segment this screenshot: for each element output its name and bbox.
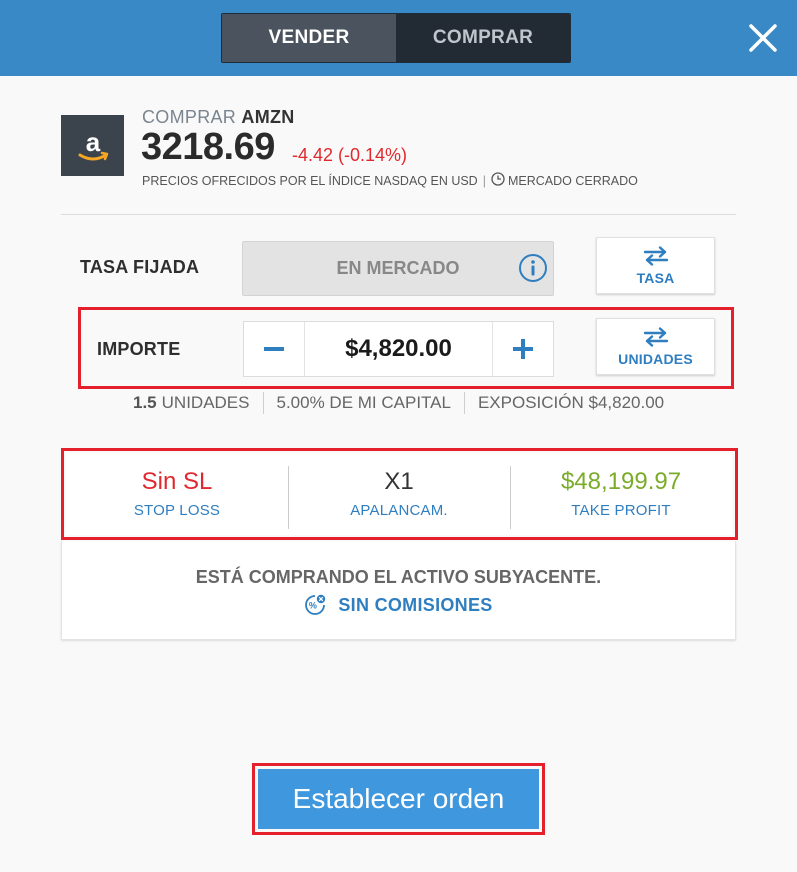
rate-field[interactable]: EN MERCADO bbox=[242, 241, 554, 296]
decrease-amount-button[interactable] bbox=[244, 322, 304, 376]
amount-stepper: $4,820.00 bbox=[243, 321, 554, 377]
switch-to-units-button[interactable]: UNIDADES bbox=[596, 318, 715, 375]
plus-icon bbox=[513, 339, 533, 359]
price-change: -4.42 (-0.14%) bbox=[292, 145, 408, 165]
buy-sell-toggle: VENDER COMPRAR bbox=[221, 13, 571, 63]
summary-divider bbox=[463, 392, 465, 414]
amazon-logo-icon: a bbox=[61, 115, 124, 176]
capital-percentage: 5.00% DE MI CAPITAL bbox=[276, 393, 451, 412]
svg-text:%: % bbox=[309, 601, 317, 611]
amount-input[interactable]: $4,820.00 bbox=[304, 322, 493, 376]
svg-text:a: a bbox=[85, 127, 100, 157]
exposure: EXPOSICIÓN $4,820.00 bbox=[477, 393, 665, 412]
price-info: PRECIOS OFRECIDOS POR EL ÍNDICE NASDAQ E… bbox=[142, 172, 638, 189]
instrument-price: 3218.69 bbox=[141, 126, 275, 168]
minus-icon bbox=[264, 347, 284, 351]
increase-amount-button[interactable] bbox=[493, 322, 553, 376]
switch-units-label: UNIDADES bbox=[618, 350, 693, 367]
instrument-heading: COMPRAR AMZN bbox=[142, 107, 295, 128]
summary-divider bbox=[262, 392, 264, 414]
units-value: 1.5 bbox=[133, 393, 157, 412]
price-source-note: PRECIOS OFRECIDOS POR EL ÍNDICE NASDAQ E… bbox=[142, 173, 478, 188]
risk-highlight-frame bbox=[61, 448, 738, 540]
instrument-action: COMPRAR bbox=[142, 107, 237, 127]
amount-label: IMPORTE bbox=[97, 339, 181, 359]
market-status: MERCADO CERRADO bbox=[507, 173, 638, 188]
switch-to-rate-button[interactable]: TASA bbox=[596, 237, 715, 294]
underlying-asset-message: ESTÁ COMPRANDO EL ACTIVO SUBYACENTE. bbox=[195, 567, 602, 587]
no-commission-link[interactable]: % SIN COMISIONES bbox=[62, 594, 735, 616]
info-icon[interactable] bbox=[518, 253, 548, 283]
price-info-separator: | bbox=[482, 173, 486, 188]
no-commission-label: SIN COMISIONES bbox=[338, 594, 493, 615]
tab-buy[interactable]: COMPRAR bbox=[396, 14, 570, 62]
switch-rate-label: TASA bbox=[636, 269, 675, 286]
units-label: UNIDADES bbox=[161, 393, 250, 412]
instrument-symbol: AMZN bbox=[241, 107, 295, 127]
clock-icon bbox=[491, 172, 505, 189]
order-summary: 1.5 UNIDADES 5.00% DE MI CAPITAL EXPOSIC… bbox=[133, 392, 664, 414]
close-icon[interactable] bbox=[747, 22, 779, 54]
rate-value: EN MERCADO bbox=[336, 258, 460, 278]
trade-header: VENDER COMPRAR bbox=[0, 0, 797, 76]
swap-arrows-icon bbox=[643, 326, 668, 347]
tab-sell[interactable]: VENDER bbox=[222, 14, 396, 62]
swap-arrows-icon bbox=[643, 245, 668, 266]
place-order-button[interactable]: Establecer orden bbox=[258, 769, 539, 829]
info-panel: ESTÁ COMPRANDO EL ACTIVO SUBYACENTE. % S… bbox=[61, 541, 736, 640]
rate-label: TASA FIJADA bbox=[80, 257, 200, 277]
section-divider bbox=[61, 214, 736, 215]
no-commission-icon: % bbox=[305, 594, 326, 615]
